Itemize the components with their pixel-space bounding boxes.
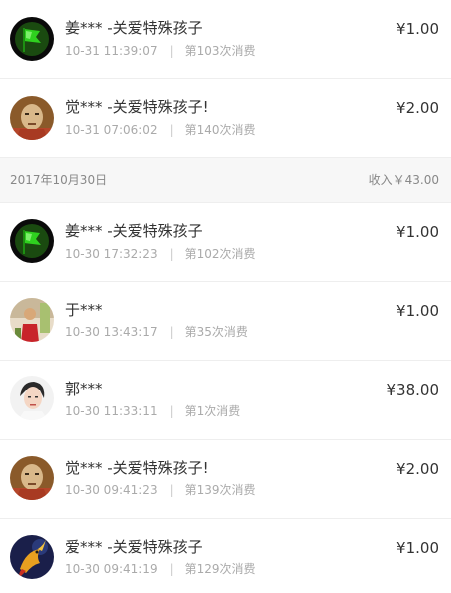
transaction-amount: ¥2.00: [396, 460, 439, 478]
green-flag-avatar-icon: [10, 219, 54, 263]
consumption-count: 第140次消费: [184, 123, 256, 137]
consumption-count: 第139次消费: [184, 483, 256, 497]
consumption-count: 第129次消费: [184, 562, 256, 576]
monk-avatar-icon: [10, 96, 54, 140]
transaction-time: 10-30 09:41:23: [65, 483, 158, 497]
consumption-count: 第102次消费: [184, 247, 256, 261]
transaction-row[interactable]: 觉*** -关爱特殊孩子! 10-31 07:06:02 | 第140次消费 ¥2.…: [0, 79, 451, 158]
transaction-meta: 10-30 09:41:23 | 第139次消费: [65, 483, 256, 497]
transaction-amount: ¥2.00: [396, 99, 439, 117]
transaction-amount: ¥38.00: [386, 381, 440, 399]
transaction-time: 10-31 11:39:07: [65, 44, 158, 58]
transaction-amount: ¥1.00: [396, 20, 439, 38]
transaction-amount: ¥1.00: [396, 539, 439, 557]
transaction-row[interactable]: 于*** 10-30 13:43:17 | 第35次消费 ¥1.00: [0, 282, 451, 361]
transaction-meta: 10-30 17:32:23 | 第102次消费: [65, 247, 256, 261]
payer-name: 姜*** -关爱特殊孩子: [65, 222, 203, 240]
payer-name: 于***: [65, 301, 103, 319]
green-flag-avatar-icon: [10, 17, 54, 61]
consumption-count: 第1次消费: [184, 404, 241, 418]
transaction-time: 10-30 13:43:17: [65, 325, 158, 339]
woman-portrait-avatar-icon: [10, 376, 54, 420]
meta-separator: |: [169, 44, 174, 58]
meta-separator: |: [169, 247, 174, 261]
transaction-time: 10-30 17:32:23: [65, 247, 158, 261]
transaction-meta: 10-30 09:41:19 | 第129次消费: [65, 562, 256, 576]
monk-avatar-icon: [10, 456, 54, 500]
transaction-row[interactable]: 姜*** -关爱特殊孩子 10-30 17:32:23 | 第102次消费 ¥1.0…: [0, 203, 451, 282]
transaction-meta: 10-31 11:39:07 | 第103次消费: [65, 44, 256, 58]
payer-name: 觉*** -关爱特殊孩子!: [65, 98, 209, 116]
consumption-count: 第35次消费: [184, 325, 248, 339]
group-date: 2017年10月30日: [10, 173, 108, 187]
meta-separator: |: [169, 562, 174, 576]
transaction-meta: 10-31 07:06:02 | 第140次消费: [65, 123, 256, 137]
transaction-time: 10-30 11:33:11: [65, 404, 158, 418]
transaction-row[interactable]: 郭*** 10-30 11:33:11 | 第1次消费 ¥38.00: [0, 361, 451, 440]
transaction-meta: 10-30 11:33:11 | 第1次消费: [65, 404, 240, 418]
transaction-list-page: 姜*** -关爱特殊孩子 10-31 11:39:07 | 第103次消费 ¥1.0…: [0, 0, 451, 593]
transaction-time: 10-30 09:41:19: [65, 562, 158, 576]
koi-fish-avatar-icon: [10, 535, 54, 579]
payer-name: 姜*** -关爱特殊孩子: [65, 19, 203, 37]
meta-separator: |: [169, 123, 174, 137]
meta-separator: |: [169, 325, 174, 339]
payer-name: 爱*** -关爱特殊孩子: [65, 538, 203, 556]
consumption-count: 第103次消费: [184, 44, 256, 58]
meta-separator: |: [169, 483, 174, 497]
date-group-header: 2017年10月30日 收入￥43.00: [0, 158, 451, 203]
person-red-shirt-avatar-icon: [10, 298, 54, 342]
transaction-meta: 10-30 13:43:17 | 第35次消费: [65, 325, 248, 339]
transaction-amount: ¥1.00: [396, 302, 439, 320]
transaction-amount: ¥1.00: [396, 223, 439, 241]
payer-name: 觉*** -关爱特殊孩子!: [65, 459, 209, 477]
payer-name: 郭***: [65, 380, 103, 398]
transaction-time: 10-31 07:06:02: [65, 123, 158, 137]
transaction-row[interactable]: 觉*** -关爱特殊孩子! 10-30 09:41:23 | 第139次消费 ¥2.…: [0, 440, 451, 519]
group-income-total: 收入￥43.00: [368, 173, 439, 187]
transaction-row[interactable]: 姜*** -关爱特殊孩子 10-31 11:39:07 | 第103次消费 ¥1.0…: [0, 0, 451, 79]
meta-separator: |: [169, 404, 174, 418]
transaction-row[interactable]: 爱*** -关爱特殊孩子 10-30 09:41:19 | 第129次消费 ¥1.0…: [0, 519, 451, 593]
